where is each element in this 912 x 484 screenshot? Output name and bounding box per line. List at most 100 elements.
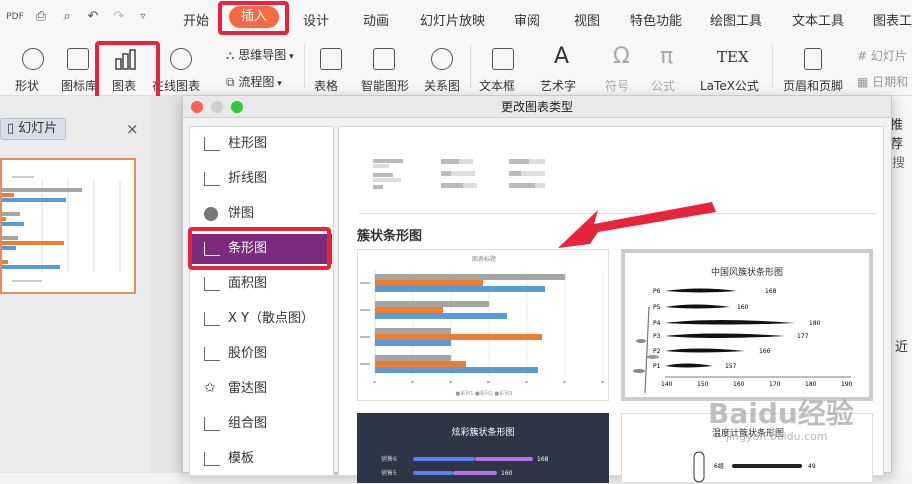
- svg-text:160: 160: [737, 304, 749, 311]
- undo-icon[interactable]: ↶: [84, 8, 102, 26]
- tab-review[interactable]: 审阅: [514, 10, 540, 29]
- line-chart-icon: [204, 172, 220, 186]
- clustered-bar-thumbnail[interactable]: 图表标题 ■系列1 ■系列2 ■系列3: [357, 249, 609, 401]
- online-chart-button[interactable]: 在线图表: [152, 77, 200, 94]
- smart-graphic-button[interactable]: 智能图形: [361, 77, 409, 94]
- thumb1-legend: ■系列1 ■系列2 ■系列3: [455, 391, 513, 397]
- category-column[interactable]: 柱形图: [192, 129, 332, 159]
- percent-stacked-bar-subtype-icon[interactable]: [505, 155, 549, 191]
- minimize-window-icon[interactable]: [211, 101, 223, 113]
- baidu-watermark-url: jingyan.baidu.com: [726, 430, 828, 443]
- textbox-button[interactable]: 文本框: [479, 77, 515, 94]
- svg-text:6组: 6组: [714, 462, 724, 470]
- smart-graphic-icon: [373, 48, 395, 70]
- icon-library-button[interactable]: 图标库: [61, 77, 97, 94]
- svg-text:P1: P1: [653, 363, 661, 370]
- svg-text:140: 140: [661, 381, 673, 388]
- formula-button[interactable]: 公式: [651, 77, 675, 94]
- redo-icon[interactable]: ↷: [110, 8, 128, 26]
- tab-animation[interactable]: 动画: [363, 10, 389, 29]
- slide-number-button[interactable]: # 幻灯片: [857, 47, 907, 64]
- category-combo[interactable]: 组合图: [192, 409, 332, 439]
- svg-text:150: 150: [697, 381, 709, 388]
- category-stock[interactable]: 股价图: [192, 339, 332, 369]
- chart-icon: [114, 48, 136, 70]
- slide-thumbnail[interactable]: [0, 158, 136, 294]
- stock-chart-icon: [204, 347, 220, 361]
- search-box-partial[interactable]: 搜: [892, 152, 905, 171]
- customize-icon[interactable]: ▿: [134, 8, 152, 26]
- tab-features[interactable]: 特色功能: [630, 10, 682, 29]
- art-text-button[interactable]: 艺术字: [540, 77, 576, 94]
- tab-home[interactable]: 开始: [183, 10, 209, 29]
- shape-icon: [22, 48, 44, 70]
- baidu-watermark: Baidu经验: [708, 397, 854, 430]
- icon-library-icon: [67, 48, 89, 70]
- svg-text:160: 160: [733, 381, 745, 388]
- category-bar[interactable]: 条形图: [192, 234, 332, 264]
- section-title: 簇状条形图: [357, 229, 423, 244]
- tab-slideshow[interactable]: 幻灯片放映: [420, 10, 485, 29]
- maximize-window-icon[interactable]: [231, 101, 243, 113]
- chart-button[interactable]: 图表: [112, 77, 136, 94]
- pie-chart-icon: [204, 207, 218, 221]
- clustered-bar-subtype-icon[interactable]: [369, 155, 413, 191]
- category-template[interactable]: 模板: [192, 444, 332, 474]
- slide-thumbnail-chart: [2, 176, 121, 282]
- omega-icon: Ω: [613, 44, 630, 69]
- tab-text-tools[interactable]: 文本工具: [792, 10, 844, 29]
- header-footer-button[interactable]: 页眉和页脚: [783, 77, 843, 94]
- symbol-button[interactable]: 符号: [605, 77, 629, 94]
- ribbon: 形状 图标库 图表 在线图表 ⛬ 思维导图 ▾ ⧉ 流程图 ▾ 表格 智能图形 …: [0, 36, 912, 96]
- close-icon[interactable]: ×: [126, 120, 139, 138]
- svg-text:P3: P3: [653, 333, 661, 340]
- table-button[interactable]: 表格: [314, 77, 338, 94]
- svg-text:销售5: 销售5: [381, 469, 397, 477]
- dialog-titlebar: 更改图表类型: [183, 96, 891, 118]
- tab-design[interactable]: 设计: [303, 10, 329, 29]
- svg-text:P6: P6: [653, 288, 661, 295]
- combo-chart-icon: [204, 417, 220, 431]
- art-text-icon: A: [554, 44, 570, 69]
- svg-text:P4: P4: [653, 320, 661, 327]
- red-arrow-annotation: [558, 202, 716, 248]
- flowchart-button[interactable]: ⧉ 流程图 ▾: [226, 73, 282, 90]
- svg-text:P2: P2: [653, 348, 661, 355]
- column-chart-icon: [204, 137, 220, 151]
- area-chart-icon: [204, 277, 220, 291]
- scatter-chart-icon: [204, 312, 220, 326]
- category-radar[interactable]: ✩ 雷达图: [192, 374, 332, 404]
- mindmap-button[interactable]: ⛬ 思维导图 ▾: [226, 46, 294, 63]
- pdf-icon[interactable]: PDF: [6, 8, 24, 26]
- date-time-button[interactable]: ▦ 日期和: [857, 73, 908, 90]
- stacked-bar-subtype-icon[interactable]: [437, 155, 481, 191]
- dialog-title: 更改图表类型: [500, 100, 573, 114]
- chinese-style-bar-thumbnail[interactable]: 中国风簇状条形图 P6 P5 P4 P3 P2 P1 168 160 180 177 166 157…: [621, 249, 873, 401]
- svg-text:157: 157: [725, 363, 737, 370]
- relation-button[interactable]: 关系图: [424, 77, 460, 94]
- latex-button[interactable]: LaTeX公式: [700, 77, 759, 94]
- tab-chart-tools[interactable]: 图表工: [873, 10, 912, 29]
- category-scatter[interactable]: X Y（散点图）: [192, 304, 332, 334]
- close-window-icon[interactable]: [191, 101, 203, 113]
- svg-text:177: 177: [797, 333, 809, 340]
- thumb1-chart: [360, 270, 604, 383]
- category-line[interactable]: 折线图: [192, 164, 332, 194]
- online-chart-icon: [170, 48, 192, 70]
- shape-button[interactable]: 形状: [15, 77, 39, 94]
- svg-text:180: 180: [809, 320, 821, 327]
- tab-drawing-tools[interactable]: 绘图工具: [710, 10, 762, 29]
- svg-text:180: 180: [805, 381, 817, 388]
- chart-category-list: 柱形图 折线图 饼图 条形图 面积图 X Y（散点图） 股价图 ✩ 雷达图 组合图…: [189, 126, 334, 476]
- category-area[interactable]: 面积图: [192, 269, 332, 299]
- svg-text:166: 166: [759, 348, 771, 355]
- bar-chart-icon: [204, 242, 220, 256]
- tab-insert[interactable]: 插入: [229, 6, 279, 28]
- preview-icon[interactable]: ⌕: [58, 8, 76, 26]
- print-icon[interactable]: ⎙: [32, 8, 50, 26]
- slides-tab[interactable]: ▯ 幻灯片: [0, 118, 66, 140]
- svg-text:190: 190: [841, 381, 853, 388]
- tab-view[interactable]: 视图: [574, 10, 600, 29]
- category-pie[interactable]: 饼图: [192, 199, 332, 229]
- table-icon: [320, 48, 342, 70]
